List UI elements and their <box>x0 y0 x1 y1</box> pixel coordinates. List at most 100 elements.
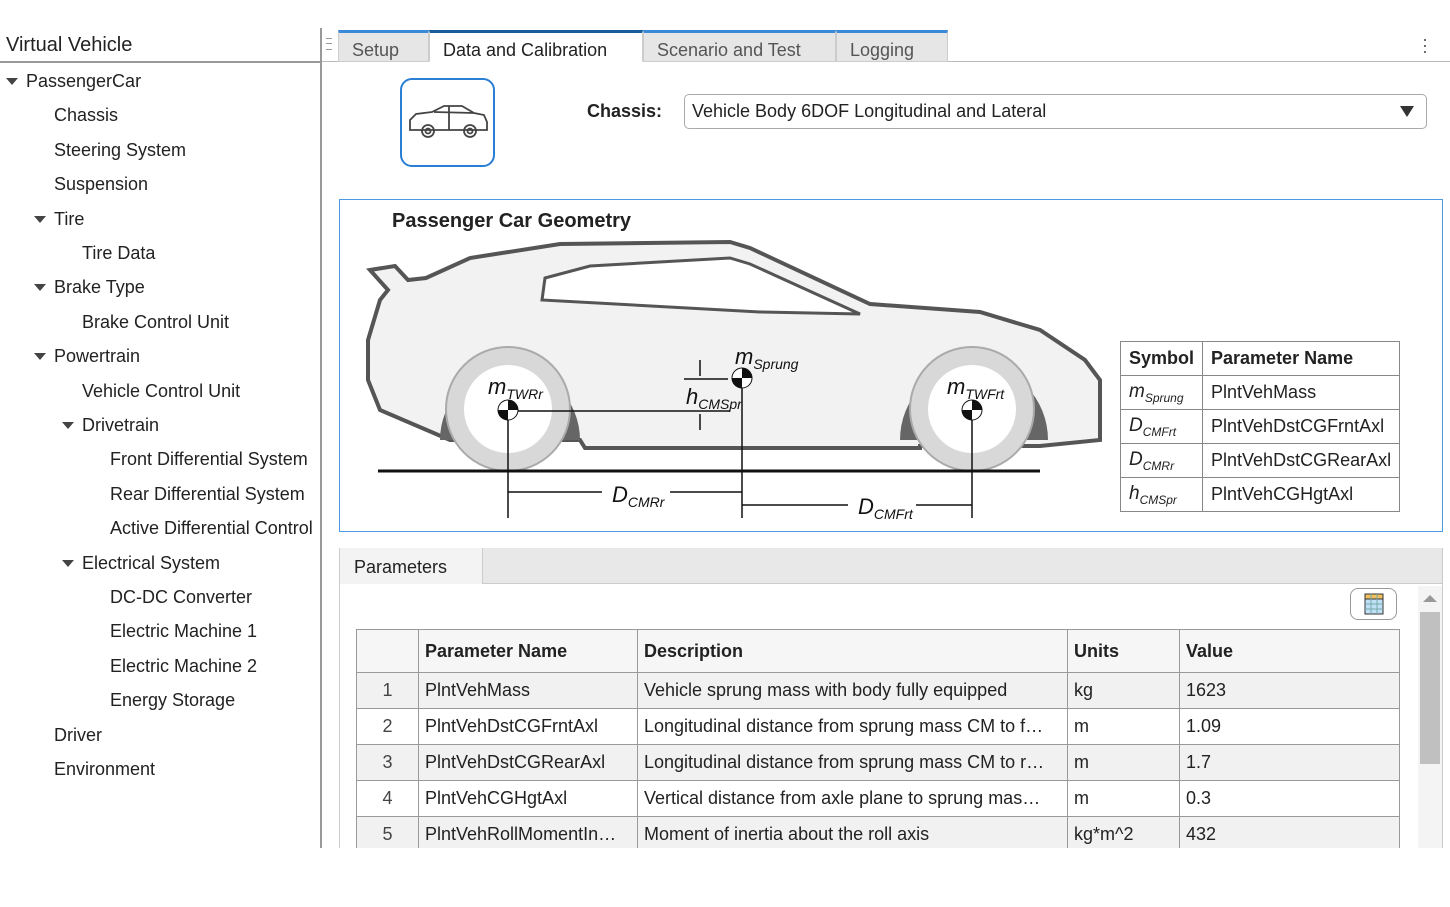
more-options-icon[interactable]: · · · <box>1420 30 1430 60</box>
row-index: 1 <box>356 672 419 709</box>
tree-item-label: Energy Storage <box>110 690 236 711</box>
tab-data-and-calibration[interactable]: Data and Calibration <box>429 30 643 62</box>
tree-item[interactable]: Drivetrain <box>62 410 159 440</box>
tree-item[interactable]: Electric Machine 2 <box>110 651 257 681</box>
value-cell[interactable]: 432 <box>1179 816 1400 848</box>
tree-item-label: Vehicle Control Unit <box>82 380 241 401</box>
caret-down-icon[interactable] <box>62 559 74 567</box>
row-index: 5 <box>356 816 419 848</box>
tree-item[interactable]: Rear Differential System <box>110 479 305 509</box>
table-row[interactable]: 4 PlntVehCGHgtAxl Vertical distance from a… <box>356 780 1400 817</box>
row-index: 4 <box>356 780 419 817</box>
caret-down-icon[interactable] <box>34 353 46 361</box>
tree-item[interactable]: Active Differential Control <box>110 513 313 543</box>
description-cell: Vehicle sprung mass with body fully equi… <box>637 672 1068 709</box>
tree-item[interactable]: Brake Control Unit <box>82 307 229 337</box>
tab-parameters[interactable]: Parameters <box>340 548 483 584</box>
tab-logging[interactable]: Logging <box>836 30 948 62</box>
symbol-cell: hCMSpr <box>1119 477 1204 512</box>
tree-item[interactable]: DC-DC Converter <box>110 582 252 612</box>
divider <box>0 61 320 63</box>
tree-item-label: Driver <box>54 724 102 745</box>
tree-item-label: Electrical System <box>82 552 221 573</box>
chassis-dropdown[interactable]: Vehicle Body 6DOF Longitudinal and Later… <box>684 94 1427 129</box>
scroll-up-icon[interactable] <box>1423 595 1437 602</box>
tree-item[interactable]: Steering System <box>54 135 186 165</box>
value-cell[interactable]: 1.09 <box>1179 708 1400 745</box>
row-index: 2 <box>356 708 419 745</box>
parameter-name-cell: PlntVehDstCGFrntAxl <box>1202 409 1401 444</box>
column-header[interactable]: Parameter Name <box>418 629 638 673</box>
table-row: DCMRr PlntVehDstCGRearAxl <box>1119 443 1401 478</box>
chassis-label: Chassis: <box>587 101 663 121</box>
label-d-cmrr: DCMRr <box>612 482 666 510</box>
geometry-panel: Passenger Car Geometry mSprung mTWRr mTW… <box>339 199 1443 532</box>
value-cell[interactable]: 1623 <box>1179 672 1400 709</box>
vertical-scrollbar[interactable] <box>1418 586 1442 848</box>
caret-down-icon[interactable] <box>34 284 46 292</box>
tab-setup[interactable]: Setup <box>338 30 429 62</box>
sidebar-title: Virtual Vehicle <box>6 34 133 56</box>
table-row[interactable]: 5 PlntVehRollMomentIn… Moment of inertia a… <box>356 816 1400 848</box>
tree-item-label: Front Differential System <box>110 449 308 470</box>
parameters-panel: Parameters Parameter Name Description Unit… <box>339 548 1443 848</box>
tree-item-label: Tire Data <box>82 243 156 263</box>
column-header[interactable]: Value <box>1179 629 1400 673</box>
grip-icon[interactable] <box>326 38 332 50</box>
tree-item[interactable]: Environment <box>54 754 155 784</box>
label-d-cmfrt: DCMFrt <box>858 494 914 522</box>
column-header[interactable]: Description <box>637 629 1068 673</box>
tree-item-label: Steering System <box>54 139 187 160</box>
parameter-name-cell: PlntVehDstCGRearAxl <box>418 744 638 781</box>
parameter-name-cell: PlntVehMass <box>1202 375 1401 410</box>
symbol-cell: DCMRr <box>1119 443 1204 478</box>
table-row: hCMSpr PlntVehCGHgtAxl <box>1119 477 1401 512</box>
chassis-value: Vehicle Body 6DOF Longitudinal and Later… <box>692 101 1047 121</box>
car-icon <box>409 105 488 138</box>
tree-item-label: Brake Type <box>54 277 145 298</box>
tree-item-label: Electric Machine 2 <box>110 655 258 676</box>
tree-item[interactable]: Brake Type <box>34 272 145 302</box>
chevron-down-icon <box>1400 106 1414 117</box>
row-index: 3 <box>356 744 419 781</box>
tree-item[interactable]: Suspension <box>54 169 148 199</box>
caret-down-icon[interactable] <box>6 78 18 85</box>
table-icon <box>1364 593 1384 615</box>
tree-item[interactable]: Powertrain <box>34 341 141 371</box>
caret-down-icon[interactable] <box>34 215 46 223</box>
sidebar-tree: Virtual Vehicle PassengerCar Chassis Steer… <box>0 28 322 848</box>
table-view-button[interactable] <box>1350 588 1397 620</box>
tree-item[interactable]: Energy Storage <box>110 685 235 715</box>
parameter-name-cell: PlntVehCGHgtAxl <box>418 780 638 817</box>
tree-item[interactable]: Chassis <box>54 100 118 130</box>
symbol-cell: DCMFrt <box>1119 409 1204 444</box>
tree-item-label: Active Differential Control <box>110 518 313 539</box>
units-cell: kg <box>1067 672 1180 709</box>
scrollbar-thumb[interactable] <box>1420 612 1440 764</box>
tree-item[interactable]: Front Differential System <box>110 444 308 474</box>
value-cell[interactable]: 0.3 <box>1179 780 1400 817</box>
table-row[interactable]: 1 PlntVehMass Vehicle sprung mass with bod… <box>356 672 1400 709</box>
chassis-car-button[interactable] <box>400 78 495 167</box>
tab-scenario-and-test[interactable]: Scenario and Test <box>643 30 836 62</box>
tree-item[interactable]: Tire <box>34 204 84 234</box>
tree-item-label: Powertrain <box>54 346 141 367</box>
tree-item[interactable]: PassengerCar <box>6 66 142 96</box>
column-header[interactable]: Units <box>1067 629 1180 673</box>
table-row[interactable]: 3 PlntVehDstCGRearAxl Longitudinal distanc… <box>356 744 1400 781</box>
tree-item[interactable]: Driver <box>54 720 102 750</box>
tree-item[interactable]: Electric Machine 1 <box>110 616 257 646</box>
units-cell: kg*m^2 <box>1067 816 1180 848</box>
table-row: DCMFrt PlntVehDstCGFrntAxl <box>1119 409 1401 444</box>
table-row[interactable]: 2 PlntVehDstCGFrntAxl Longitudinal distanc… <box>356 708 1400 745</box>
caret-down-icon[interactable] <box>62 422 74 429</box>
tree-item[interactable]: Vehicle Control Unit <box>82 376 240 406</box>
parameter-name-cell: PlntVehDstCGRearAxl <box>1202 443 1401 478</box>
tree-item[interactable]: Tire Data <box>82 238 155 268</box>
description-cell: Vertical distance from axle plane to spr… <box>637 780 1068 817</box>
tree-item[interactable]: Electrical System <box>62 548 221 578</box>
tree-item-label: PassengerCar <box>26 71 142 91</box>
column-header[interactable] <box>356 629 419 673</box>
value-cell[interactable]: 1.7 <box>1179 744 1400 781</box>
symbol-cell: mSprung <box>1119 375 1204 410</box>
